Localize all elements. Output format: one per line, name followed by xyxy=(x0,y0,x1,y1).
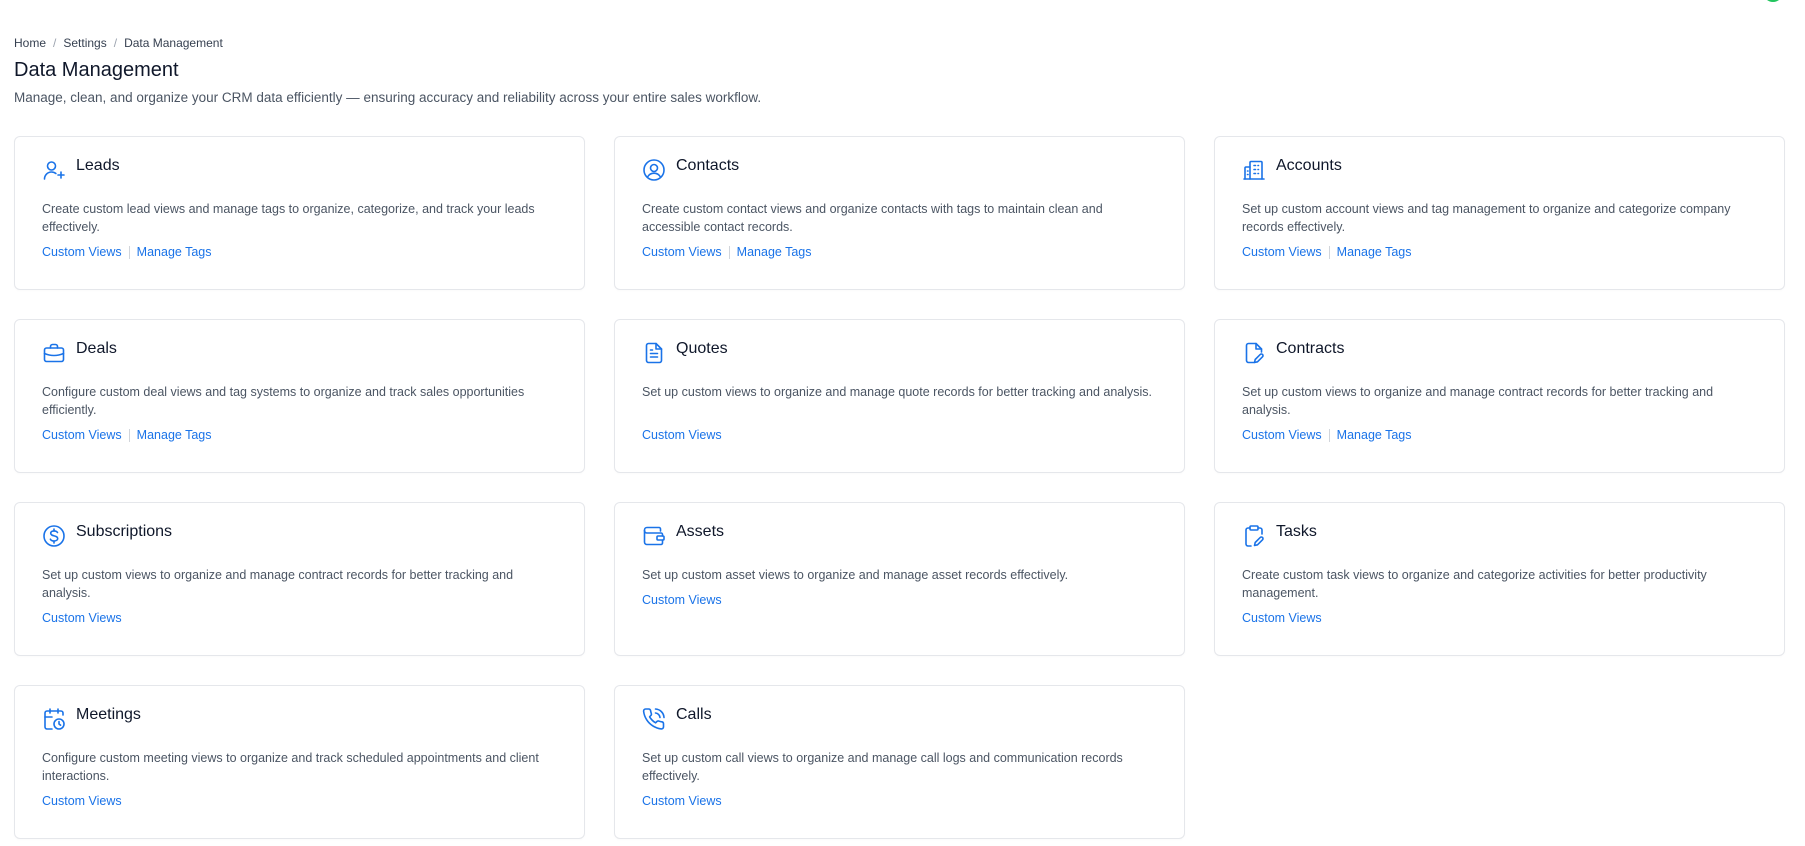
card-title: Accounts xyxy=(1276,157,1342,174)
breadcrumb-separator: / xyxy=(53,36,57,50)
link-divider xyxy=(128,428,130,442)
file-edit-icon xyxy=(1242,341,1266,365)
card-description: Set up custom call views to organize and… xyxy=(642,751,1123,783)
card-links: Custom Views Manage Tags xyxy=(1242,245,1758,259)
card-quotes: Quotes Set up custom views to organize a… xyxy=(614,319,1185,473)
user-circle-icon xyxy=(642,158,666,182)
building-icon xyxy=(1242,158,1266,182)
avatar[interactable] xyxy=(1763,0,1783,2)
card-title: Meetings xyxy=(76,706,141,723)
manage-tags-link[interactable]: Manage Tags xyxy=(1337,245,1412,259)
card-links: Custom Views xyxy=(1242,611,1758,625)
calendar-clock-icon xyxy=(42,707,66,731)
breadcrumb-home[interactable]: Home xyxy=(14,36,46,50)
card-description: Configure custom meeting views to organi… xyxy=(42,751,539,783)
custom-views-link[interactable]: Custom Views xyxy=(42,428,122,442)
card-title: Assets xyxy=(676,523,725,540)
card-description: Set up custom views to organize and mana… xyxy=(1242,385,1714,417)
card-links: Custom Views xyxy=(42,611,558,625)
card-contracts: Contracts Set up custom views to organiz… xyxy=(1214,319,1785,473)
card-subscriptions: Subscriptions Set up custom views to org… xyxy=(14,502,585,656)
data-management-page: Home / Settings / Data Management Data M… xyxy=(0,0,1805,846)
card-title: Leads xyxy=(76,157,120,174)
card-title: Contracts xyxy=(1276,340,1345,357)
phone-call-icon xyxy=(642,707,666,731)
breadcrumb-current: Data Management xyxy=(124,36,223,50)
card-accounts: Accounts Set up custom account views and… xyxy=(1214,136,1785,290)
link-divider xyxy=(128,245,130,259)
manage-tags-link[interactable]: Manage Tags xyxy=(1337,428,1412,442)
card-description: Set up custom asset views to organize an… xyxy=(642,568,1069,582)
briefcase-icon xyxy=(42,341,66,365)
card-links: Custom Views Manage Tags xyxy=(1242,428,1758,442)
manage-tags-link[interactable]: Manage Tags xyxy=(737,245,812,259)
page-title: Data Management xyxy=(14,59,179,81)
custom-views-link[interactable]: Custom Views xyxy=(42,794,122,808)
breadcrumb-settings[interactable]: Settings xyxy=(63,36,106,50)
card-description: Configure custom deal views and tag syst… xyxy=(42,385,525,417)
custom-views-link[interactable]: Custom Views xyxy=(1242,428,1322,442)
card-assets: Assets Set up custom asset views to orga… xyxy=(614,502,1185,656)
card-title: Subscriptions xyxy=(76,523,173,540)
card-meetings: Meetings Configure custom meeting views … xyxy=(14,685,585,839)
card-links: Custom Views xyxy=(642,794,1158,808)
dollar-circle-icon xyxy=(42,524,66,548)
custom-views-link[interactable]: Custom Views xyxy=(642,794,722,808)
card-description: Set up custom views to organize and mana… xyxy=(642,385,1153,399)
custom-views-link[interactable]: Custom Views xyxy=(642,593,722,607)
card-title: Calls xyxy=(676,706,712,723)
card-description: Create custom task views to organize and… xyxy=(1242,568,1707,600)
breadcrumb: Home / Settings / Data Management xyxy=(14,36,223,50)
card-contacts: Contacts Create custom contact views and… xyxy=(614,136,1185,290)
custom-views-link[interactable]: Custom Views xyxy=(642,245,722,259)
custom-views-link[interactable]: Custom Views xyxy=(42,611,122,625)
link-divider xyxy=(1328,245,1330,259)
card-calls: Calls Set up custom call views to organi… xyxy=(614,685,1185,839)
card-title: Deals xyxy=(76,340,117,357)
document-icon xyxy=(642,341,666,365)
card-tasks: Tasks Create custom task views to organi… xyxy=(1214,502,1785,656)
card-title: Tasks xyxy=(1276,523,1317,540)
card-links: Custom Views xyxy=(42,794,558,808)
manage-tags-link[interactable]: Manage Tags xyxy=(137,428,212,442)
card-links: Custom Views xyxy=(642,428,1158,442)
custom-views-link[interactable]: Custom Views xyxy=(1242,611,1322,625)
custom-views-link[interactable]: Custom Views xyxy=(642,428,722,442)
clipboard-edit-icon xyxy=(1242,524,1266,548)
card-links: Custom Views Manage Tags xyxy=(42,428,558,442)
card-deals: Deals Configure custom deal views and ta… xyxy=(14,319,585,473)
module-card-grid: Leads Create custom lead views and manag… xyxy=(14,136,1785,839)
wallet-icon xyxy=(642,524,666,548)
card-description: Set up custom account views and tag mana… xyxy=(1242,202,1731,234)
link-divider xyxy=(728,245,730,259)
card-title: Contacts xyxy=(676,157,740,174)
card-links: Custom Views xyxy=(642,593,1158,607)
card-description: Create custom lead views and manage tags… xyxy=(42,202,535,234)
custom-views-link[interactable]: Custom Views xyxy=(1242,245,1322,259)
card-title: Quotes xyxy=(676,340,728,357)
user-plus-icon xyxy=(42,158,66,182)
card-description: Set up custom views to organize and mana… xyxy=(42,568,514,600)
custom-views-link[interactable]: Custom Views xyxy=(42,245,122,259)
manage-tags-link[interactable]: Manage Tags xyxy=(137,245,212,259)
card-leads: Leads Create custom lead views and manag… xyxy=(14,136,585,290)
card-links: Custom Views Manage Tags xyxy=(42,245,558,259)
link-divider xyxy=(1328,428,1330,442)
page-subtitle: Manage, clean, and organize your CRM dat… xyxy=(14,90,762,105)
breadcrumb-separator: / xyxy=(113,36,118,50)
card-description: Create custom contact views and organize… xyxy=(642,202,1103,234)
card-links: Custom Views Manage Tags xyxy=(642,245,1158,259)
